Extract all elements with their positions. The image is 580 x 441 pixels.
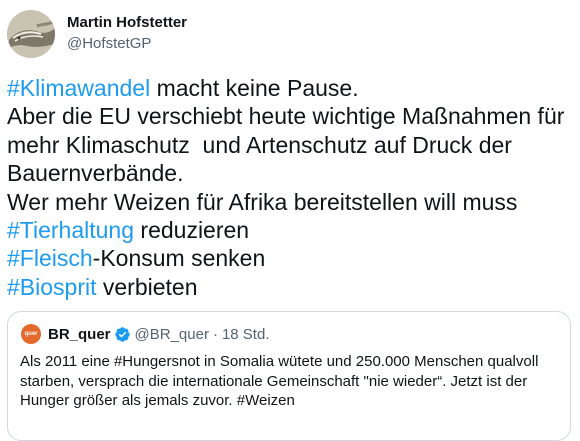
hashtag-tierhaltung[interactable]: #Tierhaltung xyxy=(7,217,134,243)
tweet-text: #Klimawandel macht keine Pause. Aber die… xyxy=(7,74,573,301)
hashtag-fleisch[interactable]: #Fleisch xyxy=(7,245,93,271)
verified-badge-icon xyxy=(114,326,130,342)
hashtag-klimawandel[interactable]: #Klimawandel xyxy=(7,75,150,101)
quote-author-name[interactable]: BR_quer xyxy=(48,326,111,343)
avatar[interactable] xyxy=(7,10,55,58)
tweet-text-line4: reduzieren xyxy=(134,217,250,244)
hashtag-biosprit[interactable]: #Biosprit xyxy=(7,274,96,300)
quote-text: Als 2011 eine #Hungersnot in Somalia wüt… xyxy=(20,353,539,409)
quote-timestamp[interactable]: 18 Std. xyxy=(222,326,270,343)
quote-avatar[interactable]: quer xyxy=(21,324,41,344)
quote-separator: · xyxy=(212,325,218,343)
author-handle[interactable]: @HofstetGP xyxy=(67,34,151,54)
tweet-text-line6: verbieten xyxy=(96,273,198,300)
quote-author-handle[interactable]: @BR_quer xyxy=(135,326,209,343)
avatar-image xyxy=(7,10,55,58)
tweet-text-line2: Aber die EU verschiebt heute wichtige Ma… xyxy=(7,103,571,187)
author-name[interactable]: Martin Hofstetter xyxy=(67,13,187,33)
tweet: Martin Hofstetter @HofstetGP #Klimawande… xyxy=(0,0,580,441)
tweet-text-line5: -Konsum senken xyxy=(92,245,266,272)
quote-header: BR_quer @BR_quer · 18 Std. xyxy=(48,324,270,344)
tweet-text-line3: Wer mehr Weizen für Afrika bereitstellen… xyxy=(7,188,518,215)
quoted-tweet-card[interactable]: quer BR_quer @BR_quer · 18 Std. Als 2011… xyxy=(7,311,571,441)
tweet-text-line1: macht keine Pause. xyxy=(150,75,359,101)
